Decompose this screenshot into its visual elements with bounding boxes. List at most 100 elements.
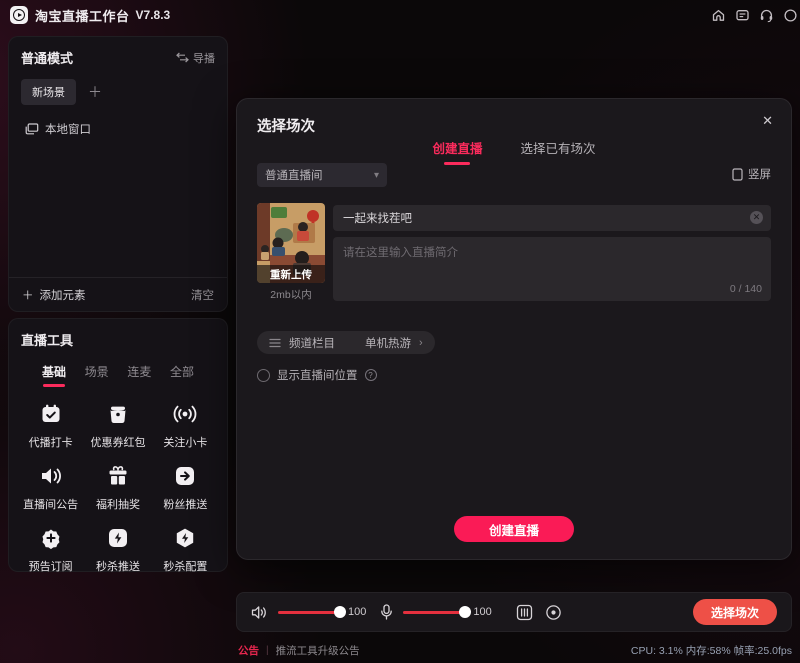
arrow-push-icon <box>173 463 197 489</box>
mode-title: 普通模式 <box>21 48 73 67</box>
mic-volume-value: 100 <box>473 606 491 618</box>
notice-text[interactable]: 推流工具升级公告 <box>276 643 360 658</box>
orientation-label: 竖屏 <box>748 166 771 182</box>
cover-size-hint: 2mb以内 <box>257 287 325 302</box>
app-version: V7.8.3 <box>136 8 171 22</box>
webcam-icon[interactable] <box>545 604 562 621</box>
add-element-button[interactable]: ＋ 添加元素 <box>22 287 86 303</box>
char-counter: 0 / 140 <box>730 283 762 295</box>
tool-grid: 代播打卡 优惠券红包 关注小卡 直播间公告 <box>9 387 227 574</box>
performance-stats: CPU: 3.1% 内存:58% 帧率:25.0fps <box>631 643 792 658</box>
live-title-input[interactable] <box>333 205 771 231</box>
tool-label: 直播间公告 <box>23 496 78 512</box>
status-bar: 公告 | 推流工具升级公告 CPU: 3.1% 内存:58% 帧率:25.0fp… <box>0 637 800 663</box>
add-scene-icon[interactable]: ＋ <box>88 85 102 99</box>
microphone-icon[interactable] <box>380 604 393 620</box>
tool-coupon-redpacket[interactable]: 优惠券红包 <box>84 401 151 450</box>
tool-follow-card[interactable]: 关注小卡 <box>152 401 219 450</box>
app-logo-icon <box>10 6 28 24</box>
clear-button[interactable]: 清空 <box>191 287 214 303</box>
swap-icon <box>176 52 189 63</box>
chevron-right-icon: › <box>419 337 423 349</box>
mic-volume-slider[interactable] <box>403 606 469 618</box>
tool-room-announcement[interactable]: 直播间公告 <box>17 463 84 512</box>
select-session-button[interactable]: 选择场次 <box>693 599 777 625</box>
add-element-label: 添加元素 <box>40 287 86 303</box>
room-type-select[interactable]: 普通直播间 ▾ <box>257 163 387 187</box>
cpu-stat: CPU: 3.1% <box>631 645 683 657</box>
tool-flash-config[interactable]: 秒杀配置 <box>152 525 219 574</box>
flash-hexagon-icon <box>173 525 197 551</box>
director-label: 导播 <box>193 50 215 66</box>
clear-input-icon[interactable]: ✕ <box>750 211 763 224</box>
location-label: 显示直播间位置 <box>277 367 358 383</box>
chevron-down-icon: ▾ <box>374 170 379 181</box>
tool-lucky-draw[interactable]: 福利抽奖 <box>84 463 151 512</box>
tool-label: 优惠券红包 <box>90 434 145 450</box>
titlebar: 淘宝直播工作台 V7.8.3 <box>0 0 800 30</box>
room-type-value: 普通直播间 <box>265 167 323 183</box>
scene-tab-new[interactable]: 新场景 <box>21 79 76 105</box>
memory-stat: 内存:58% <box>686 645 731 657</box>
modal-tabs: 创建直播 选择已有场次 <box>237 138 791 165</box>
tools-title: 直播工具 <box>9 319 227 349</box>
tools-tabs: 基础 场景 连麦 全部 <box>9 349 227 387</box>
fps-stat: 帧率:25.0fps <box>734 645 792 657</box>
flash-square-icon <box>106 525 130 551</box>
portrait-screen-icon <box>732 168 743 181</box>
tab-mic-link[interactable]: 连麦 <box>127 363 151 387</box>
location-option: 显示直播间位置 ? <box>257 367 377 383</box>
home-icon[interactable] <box>711 8 726 23</box>
app-window: 淘宝直播工作台 V7.8.3 普通模式 导播 新场景 <box>0 0 800 663</box>
tool-flash-push[interactable]: 秒杀推送 <box>84 525 151 574</box>
gift-icon <box>106 463 130 489</box>
help-icon[interactable]: ? <box>365 369 377 381</box>
tab-all[interactable]: 全部 <box>170 363 194 387</box>
location-checkbox[interactable] <box>257 369 270 382</box>
live-desc-textarea[interactable] <box>333 237 771 283</box>
tool-preview-subscribe[interactable]: 预告订阅 <box>17 525 84 574</box>
tool-label: 福利抽奖 <box>96 496 140 512</box>
plus-subscribe-icon <box>39 525 63 551</box>
control-bar: 100 100 选择场次 <box>236 592 792 632</box>
tool-fan-push[interactable]: 粉丝推送 <box>152 463 219 512</box>
tool-label: 代播打卡 <box>29 434 73 450</box>
category-label: 频道栏目 <box>289 335 335 351</box>
close-icon[interactable]: ✕ <box>762 113 773 129</box>
speaker-volume-slider[interactable] <box>278 606 344 618</box>
plus-icon: ＋ <box>22 287 34 303</box>
tool-label: 秒杀推送 <box>96 558 140 574</box>
headset-icon[interactable] <box>759 8 774 23</box>
message-icon[interactable] <box>735 8 750 23</box>
category-selector[interactable]: 频道栏目 单机热游 › <box>257 331 435 354</box>
window-icon <box>25 123 39 135</box>
list-icon <box>269 338 281 348</box>
broadcast-icon <box>172 401 198 427</box>
tab-scene[interactable]: 场景 <box>85 363 109 387</box>
tool-label: 关注小卡 <box>163 434 207 450</box>
modal-title: 选择场次 <box>257 115 315 136</box>
reupload-label[interactable]: 重新上传 <box>257 265 325 283</box>
notice-badge: 公告 <box>238 643 259 658</box>
audio-mixer-icon[interactable] <box>516 604 533 621</box>
speaker-icon <box>39 463 63 489</box>
orientation-toggle[interactable]: 竖屏 <box>732 166 771 182</box>
tab-create-live[interactable]: 创建直播 <box>432 138 482 165</box>
source-item-local-window[interactable]: 本地窗口 <box>9 105 227 137</box>
notice-divider: | <box>266 645 269 656</box>
tab-basic[interactable]: 基础 <box>42 363 66 387</box>
calendar-check-icon <box>39 401 63 427</box>
source-item-label: 本地窗口 <box>45 121 91 137</box>
live-desc-field: 0 / 140 <box>333 237 771 301</box>
cover-upload[interactable]: 重新上传 <box>257 203 325 283</box>
tab-select-existing[interactable]: 选择已有场次 <box>521 138 596 165</box>
director-switch-button[interactable]: 导播 <box>176 50 215 66</box>
red-packet-icon <box>106 401 130 427</box>
tool-label: 预告订阅 <box>29 558 73 574</box>
speaker-volume-value: 100 <box>348 606 366 618</box>
create-live-button[interactable]: 创建直播 <box>454 516 574 542</box>
tool-checkin[interactable]: 代播打卡 <box>17 401 84 450</box>
profile-icon[interactable] <box>783 8 798 23</box>
speaker-volume-icon[interactable] <box>251 605 268 620</box>
select-session-modal: 选择场次 ✕ 创建直播 选择已有场次 普通直播间 ▾ 竖屏 <box>236 98 792 560</box>
